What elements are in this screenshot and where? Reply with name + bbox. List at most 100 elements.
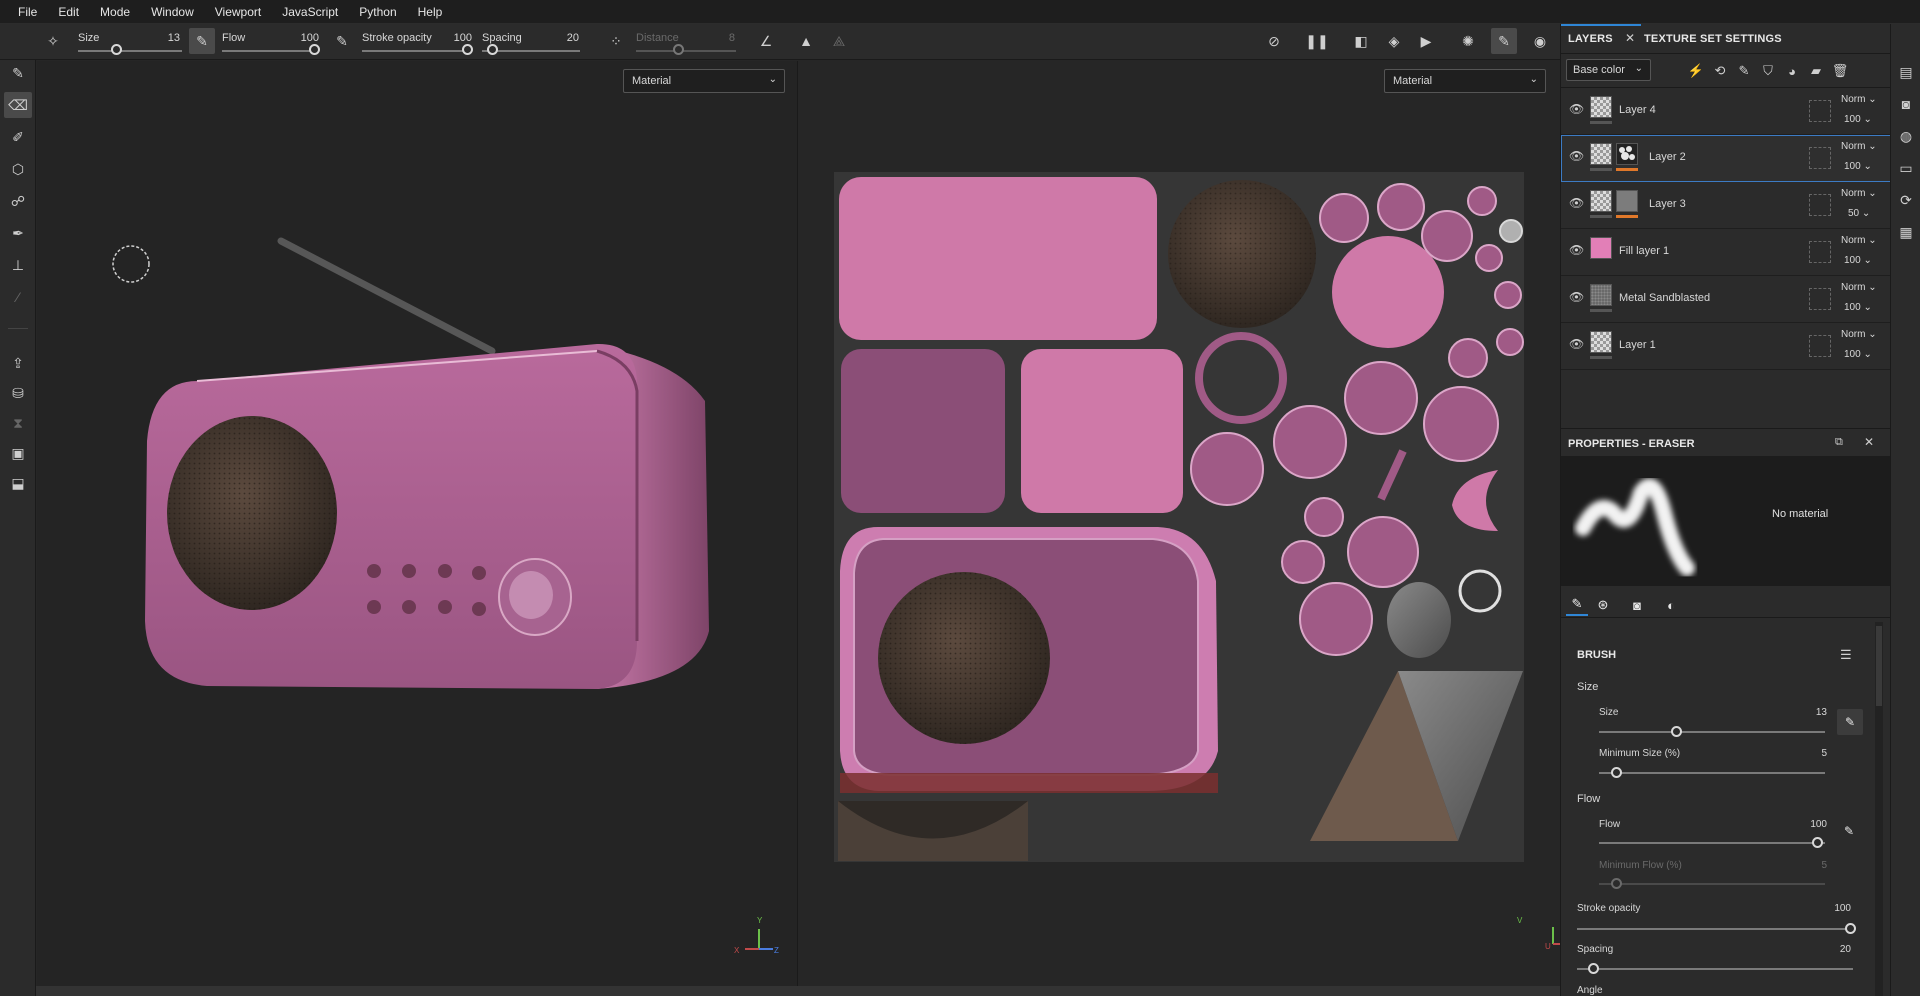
visibility-eye-icon[interactable]: 👁 bbox=[1569, 102, 1585, 118]
blend-mode[interactable]: Norm ⌄ bbox=[1841, 282, 1877, 293]
mask-slot[interactable] bbox=[1809, 194, 1831, 216]
layer-row[interactable]: 👁 Layer 2 Norm ⌄ 100 ⌄ bbox=[1561, 135, 1891, 182]
cube-icon[interactable]: ◈ bbox=[1381, 28, 1407, 54]
layer-opacity[interactable]: 100 ⌄ bbox=[1844, 349, 1872, 360]
history-panel-icon[interactable]: ⟳ bbox=[1896, 190, 1916, 210]
spacing-slider[interactable] bbox=[1577, 968, 1853, 970]
layers-channel-select[interactable]: Base color ⌄ bbox=[1566, 59, 1651, 81]
add-smart-material-icon[interactable]: ◕ bbox=[1783, 62, 1801, 80]
menu-viewport[interactable]: Viewport bbox=[205, 5, 272, 19]
add-mask-icon[interactable]: ⟲ bbox=[1711, 62, 1729, 80]
delete-icon[interactable]: 🗑 bbox=[1831, 62, 1849, 80]
size-slider-handle[interactable] bbox=[111, 44, 122, 55]
spacing-value[interactable]: 20 bbox=[549, 32, 579, 44]
layer-opacity[interactable]: 100 ⌄ bbox=[1844, 255, 1872, 266]
lazy-mouse-icon[interactable]: ⁘ bbox=[603, 28, 629, 54]
flow-slider-handle[interactable] bbox=[309, 44, 320, 55]
layers-panel-icon[interactable]: ▤ bbox=[1896, 62, 1916, 82]
layer-opacity[interactable]: 100 ⌄ bbox=[1844, 114, 1872, 125]
size-value[interactable]: 13 bbox=[1787, 707, 1827, 718]
layer-name[interactable]: Metal Sandblasted bbox=[1619, 292, 1710, 304]
paint-brush-icon[interactable]: ✎ bbox=[4, 60, 32, 86]
texture-set-panel-icon[interactable]: ◙ bbox=[1896, 94, 1916, 114]
stroke-opacity-value[interactable]: 100 bbox=[442, 32, 472, 44]
pen-pressure-size-icon[interactable]: ✎ bbox=[1837, 709, 1863, 735]
pen-pressure-flow-icon[interactable]: ✎ bbox=[1844, 824, 1854, 838]
shelf-panel-icon[interactable]: ▭ bbox=[1896, 158, 1916, 178]
menu-javascript[interactable]: JavaScript bbox=[272, 5, 349, 19]
hide-icon[interactable]: ⊘ bbox=[1261, 28, 1287, 54]
material-tab-icon[interactable]: ◐ bbox=[1660, 594, 1682, 616]
mask-slot[interactable] bbox=[1809, 100, 1831, 122]
size-slider[interactable] bbox=[78, 50, 182, 52]
stencil-tab-icon[interactable]: ◙ bbox=[1626, 594, 1648, 616]
paint-mode-icon[interactable]: ✎ bbox=[1491, 28, 1517, 54]
pen-pressure-size-icon[interactable]: ✎ bbox=[189, 28, 215, 54]
display-settings-icon[interactable]: ⬓ bbox=[4, 470, 32, 496]
stencil-icon[interactable]: ✧ bbox=[40, 28, 66, 54]
layer-name[interactable]: Layer 1 bbox=[1619, 339, 1656, 351]
stroke-opacity-slider-handle[interactable] bbox=[1845, 923, 1856, 934]
size-slider-handle[interactable] bbox=[1671, 726, 1682, 737]
stroke-opacity-slider-handle[interactable] bbox=[462, 44, 473, 55]
split-view-icon[interactable]: ◧ bbox=[1348, 28, 1374, 54]
layer-opacity[interactable]: 50 ⌄ bbox=[1848, 208, 1870, 219]
add-fill-layer-icon[interactable]: ⛉ bbox=[1759, 62, 1777, 80]
visibility-eye-icon[interactable]: 👁 bbox=[1569, 243, 1585, 259]
projection-icon[interactable]: ✐ bbox=[4, 124, 32, 150]
environment-icon[interactable]: ✺ bbox=[1455, 28, 1481, 54]
spacing-slider-handle[interactable] bbox=[487, 44, 498, 55]
blend-mode[interactable]: Norm ⌄ bbox=[1841, 235, 1877, 246]
size-slider[interactable] bbox=[1599, 731, 1825, 733]
layer-name[interactable]: Layer 3 bbox=[1649, 198, 1686, 210]
layer-opacity[interactable]: 100 ⌄ bbox=[1844, 161, 1872, 172]
blend-mode[interactable]: Norm ⌄ bbox=[1841, 188, 1877, 199]
menu-mode[interactable]: Mode bbox=[90, 5, 141, 19]
min-size-slider-handle[interactable] bbox=[1611, 767, 1622, 778]
export-icon[interactable]: ⇪ bbox=[4, 350, 32, 376]
stamp-icon[interactable]: ⊥ bbox=[4, 252, 32, 278]
min-size-value[interactable]: 5 bbox=[1787, 748, 1827, 759]
layer-name[interactable]: Fill layer 1 bbox=[1619, 245, 1669, 257]
blend-mode[interactable]: Norm ⌄ bbox=[1841, 94, 1877, 105]
mask-slot[interactable] bbox=[1809, 335, 1831, 357]
spacing-slider-handle[interactable] bbox=[1588, 963, 1599, 974]
blend-mode[interactable]: Norm ⌄ bbox=[1841, 329, 1877, 340]
close-icon[interactable]: ✕ bbox=[1625, 31, 1635, 45]
layer-row[interactable]: 👁 Layer 3 Norm ⌄ 50 ⌄ bbox=[1561, 182, 1891, 229]
screenshot-icon[interactable]: ◉ bbox=[1527, 28, 1553, 54]
mask-slot[interactable] bbox=[1809, 241, 1831, 263]
polygon-fill-icon[interactable]: ⬡ bbox=[4, 156, 32, 182]
viewport-2d[interactable]: Material ⌄ V U bbox=[798, 61, 1560, 986]
stroke-opacity-slider[interactable] bbox=[1577, 928, 1853, 930]
min-size-slider[interactable] bbox=[1599, 772, 1825, 774]
layer-row[interactable]: 👁 Metal Sandblasted Norm ⌄ 100 ⌄ bbox=[1561, 276, 1891, 323]
layer-name[interactable]: Layer 2 bbox=[1649, 151, 1686, 163]
layer-row[interactable]: 👁 Layer 4 Norm ⌄ 100 ⌄ bbox=[1561, 88, 1891, 135]
blend-mode[interactable]: Norm ⌄ bbox=[1841, 141, 1877, 152]
alpha-tab-icon[interactable]: ⊛ bbox=[1592, 594, 1614, 616]
flow-value[interactable]: 100 bbox=[1787, 819, 1827, 830]
visibility-eye-icon[interactable]: 👁 bbox=[1569, 149, 1585, 165]
tab-layers[interactable]: LAYERS bbox=[1568, 33, 1613, 45]
add-folder-icon[interactable]: ▰ bbox=[1807, 62, 1825, 80]
layer-name[interactable]: Layer 4 bbox=[1619, 104, 1656, 116]
smudge-icon[interactable]: ☍ bbox=[4, 188, 32, 214]
menu-python[interactable]: Python bbox=[349, 5, 407, 19]
flow-slider-handle[interactable] bbox=[1812, 837, 1823, 848]
menu-edit[interactable]: Edit bbox=[48, 5, 90, 19]
tab-texture-set-settings[interactable]: TEXTURE SET SETTINGS bbox=[1644, 33, 1782, 45]
log-panel-icon[interactable]: ▦ bbox=[1896, 222, 1916, 242]
stroke-opacity-slider[interactable] bbox=[362, 50, 472, 52]
menu-file[interactable]: File bbox=[8, 5, 48, 19]
flow-slider[interactable] bbox=[222, 50, 318, 52]
viewport-3d[interactable]: Material ⌄ Y X Z bbox=[37, 61, 797, 986]
pause-icon[interactable]: ❚❚ bbox=[1304, 28, 1330, 54]
clone-icon[interactable]: ✒ bbox=[4, 220, 32, 246]
close-icon[interactable]: ✕ bbox=[1864, 435, 1874, 449]
symmetry-icon[interactable]: ▲ bbox=[793, 28, 819, 54]
layer-row[interactable]: 👁 Fill layer 1 Norm ⌄ 100 ⌄ bbox=[1561, 229, 1891, 276]
menu-window[interactable]: Window bbox=[141, 5, 205, 19]
spacing-value[interactable]: 20 bbox=[1811, 944, 1851, 955]
menu-help[interactable]: Help bbox=[408, 5, 454, 19]
